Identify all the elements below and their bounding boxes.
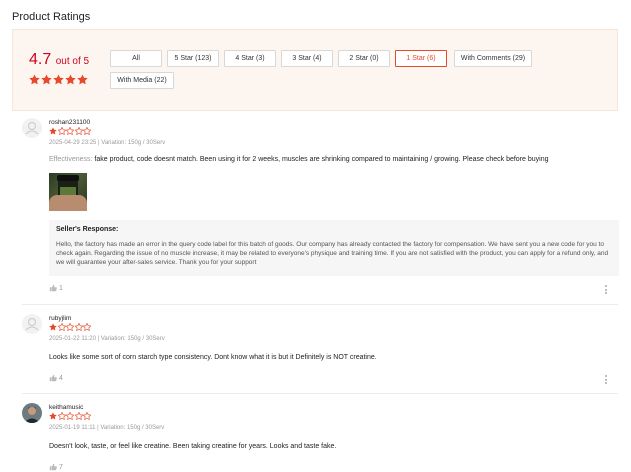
star-outline-icon xyxy=(66,412,74,420)
review-item: keithamusic 2025-01-19 11:11 | Variation… xyxy=(22,403,622,472)
thumbs-up-icon xyxy=(49,284,57,292)
review-meta: 2025-04-29 23:25 | Variation: 150g / 30S… xyxy=(49,140,166,146)
review-stars xyxy=(49,412,91,420)
review-divider xyxy=(22,304,618,305)
star-filled-icon xyxy=(49,323,57,331)
review-text: Effectiveness: fake product, code doesnt… xyxy=(49,156,549,163)
seller-response-text: Hello, the factory has made an error in … xyxy=(56,241,609,266)
star-outline-icon xyxy=(57,127,66,135)
more-options-icon[interactable] xyxy=(605,375,608,384)
review-username[interactable]: rubyjlim xyxy=(49,315,71,322)
review-media-thumbnail[interactable] xyxy=(49,173,87,211)
filter-4-star[interactable]: 4 Star (3) xyxy=(224,50,276,67)
like-count: 4 xyxy=(59,374,63,382)
filter-2-star[interactable]: 2 Star (0) xyxy=(338,50,390,67)
user-photo-icon xyxy=(22,403,42,423)
star-outline-icon xyxy=(66,323,74,331)
like-count: 7 xyxy=(59,463,63,471)
star-filled-icon xyxy=(49,412,57,420)
filter-1-star[interactable]: 1 Star (6) xyxy=(395,50,447,67)
star-outline-icon xyxy=(66,127,74,135)
star-outline-icon xyxy=(83,323,91,331)
star-outline-icon xyxy=(83,412,91,420)
user-placeholder-icon xyxy=(22,118,42,138)
user-placeholder-icon xyxy=(22,314,42,334)
thumbs-up-icon xyxy=(49,374,57,382)
star-outline-icon xyxy=(83,127,91,135)
seller-response-title: Seller's Response: xyxy=(56,226,119,233)
filter-5-star[interactable]: 5 Star (123) xyxy=(167,50,219,67)
review-divider xyxy=(22,393,618,394)
effectiveness-label: Effectiveness: xyxy=(49,156,93,163)
filter-with-comments[interactable]: With Comments (29) xyxy=(454,50,532,67)
review-body: fake product, code doesnt match. Been us… xyxy=(94,156,549,163)
seller-response: Seller's Response: Hello, the factory ha… xyxy=(49,220,619,276)
review-stars xyxy=(49,323,91,331)
score-value: 4.7 xyxy=(29,51,52,68)
filter-all[interactable]: All xyxy=(110,50,162,67)
review-meta: 2025-01-19 11:11 | Variation: 150g / 30S… xyxy=(49,425,165,431)
star-outline-icon xyxy=(74,412,83,420)
like-button[interactable]: 4 xyxy=(49,374,63,382)
star-filled-icon xyxy=(49,127,57,135)
average-stars xyxy=(29,74,88,85)
more-options-icon[interactable] xyxy=(605,285,608,294)
review-stars xyxy=(49,127,91,135)
page-title: Product Ratings xyxy=(12,11,91,23)
score-out-of: out of 5 xyxy=(55,56,90,67)
star-filled-icon xyxy=(41,74,52,85)
star-outline-icon xyxy=(74,323,83,331)
thumbs-up-icon xyxy=(49,463,57,471)
like-count: 1 xyxy=(59,284,63,292)
review-meta: 2025-01-22 11:20 | Variation: 150g / 30S… xyxy=(49,336,165,342)
review-username[interactable]: keithamusic xyxy=(49,404,83,411)
review-body: Doesn't look, taste, or feel like creati… xyxy=(49,443,337,450)
review-item: roshan231100 2025-04-29 23:25 | Variatio… xyxy=(22,118,622,298)
review-item: rubyjlim 2025-01-22 11:20 | Variation: 1… xyxy=(22,314,622,394)
filter-3-star[interactable]: 3 Star (4) xyxy=(281,50,333,67)
star-filled-icon xyxy=(77,74,88,85)
star-outline-icon xyxy=(57,412,66,420)
star-filled-icon xyxy=(53,74,64,85)
rating-summary: 4.7 out of 5 All 5 Star (123) 4 Star (3)… xyxy=(12,29,618,111)
review-body: Looks like some sort of corn starch type… xyxy=(49,354,377,361)
like-button[interactable]: 1 xyxy=(49,284,63,292)
average-score: 4.7 out of 5 xyxy=(29,51,89,69)
review-username[interactable]: roshan231100 xyxy=(49,119,90,126)
star-filled-icon xyxy=(65,74,76,85)
like-button[interactable]: 7 xyxy=(49,463,63,471)
star-outline-icon xyxy=(74,127,83,135)
star-outline-icon xyxy=(57,323,66,331)
filter-with-media[interactable]: With Media (22) xyxy=(110,72,174,89)
star-filled-icon xyxy=(29,74,40,85)
